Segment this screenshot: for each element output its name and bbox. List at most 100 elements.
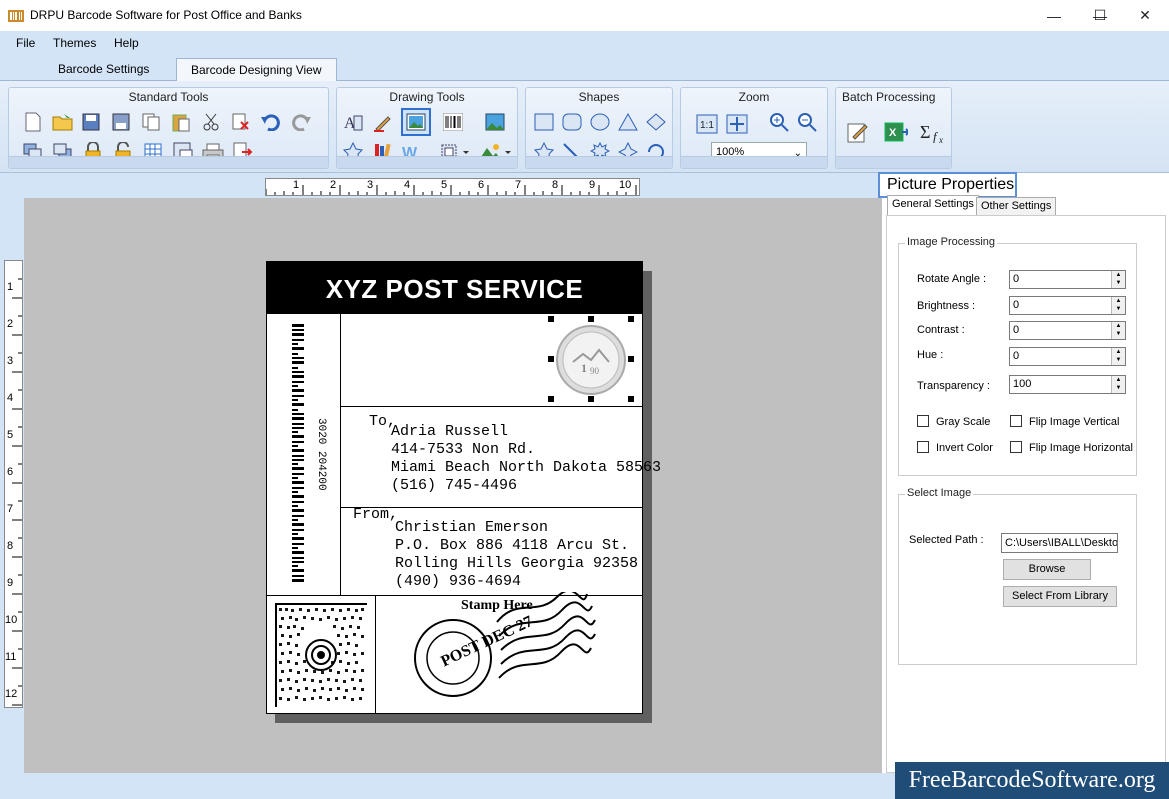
postal-label[interactable]: XYZ POST SERVICE 3020 204200 1 90 To, Ad… [266, 261, 661, 714]
spinner-arrows-icon[interactable]: ▲ ▼ [1111, 322, 1125, 339]
ruler-label: 3 [7, 355, 14, 367]
menu-themes[interactable]: Themes [53, 36, 96, 50]
spinner-arrows-icon[interactable]: ▲ ▼ [1111, 376, 1125, 393]
vertical-ruler: 1 2 3 4 5 6 7 8 9 10 11 12 [4, 260, 23, 708]
triangle-icon[interactable] [616, 110, 640, 134]
spinner-arrows-icon[interactable]: ▲ ▼ [1111, 297, 1125, 314]
invert-color-checkbox[interactable] [917, 441, 929, 453]
from-line-name[interactable]: Christian Emerson [395, 519, 548, 538]
copy-icon[interactable] [139, 110, 163, 134]
tab-barcode-designing-view[interactable]: Barcode Designing View [176, 58, 337, 82]
cut-icon[interactable] [199, 110, 223, 134]
from-line-street[interactable]: P.O. Box 886 4118 Arcu St. [395, 537, 629, 556]
redo-icon[interactable] [289, 110, 313, 134]
diamond-icon[interactable] [644, 110, 668, 134]
from-line-phone[interactable]: (490) 936-4694 [395, 573, 521, 592]
save-icon[interactable] [79, 110, 103, 134]
from-line-city[interactable]: Rolling Hills Georgia 92358 [395, 555, 638, 574]
paste-icon[interactable] [169, 110, 193, 134]
close-button[interactable]: ✕ [1122, 0, 1168, 31]
zoom-group: Zoom 1:1 100% ⌄ [680, 87, 828, 169]
ellipse-icon[interactable] [588, 110, 612, 134]
flip-vertical-checkbox[interactable] [1010, 415, 1022, 427]
svg-text:1: 1 [581, 361, 587, 375]
minimize-icon[interactable]: — [1031, 0, 1077, 31]
to-line-phone[interactable]: (516) 745-4496 [391, 477, 517, 496]
selection-handle[interactable] [548, 316, 554, 322]
selection-handle[interactable] [628, 356, 634, 362]
selection-handle[interactable] [548, 356, 554, 362]
browse-button[interactable]: Browse [1003, 559, 1091, 580]
rectangle-icon[interactable] [532, 110, 556, 134]
new-icon[interactable] [21, 110, 45, 134]
spinner-arrows-icon[interactable]: ▲ ▼ [1111, 271, 1125, 288]
2d-barcode[interactable] [275, 603, 367, 707]
rounded-rectangle-icon[interactable] [560, 110, 584, 134]
tab-general-settings[interactable]: General Settings [887, 195, 979, 216]
spinner-arrows-icon[interactable]: ▲ ▼ [1111, 348, 1125, 365]
to-line-street[interactable]: 414-7533 Non Rd. [391, 441, 535, 460]
horizontal-ruler: 1 2 3 4 5 6 7 8 9 10 [265, 178, 640, 196]
fit-to-window-icon[interactable] [725, 112, 749, 136]
label-header[interactable]: XYZ POST SERVICE [267, 262, 642, 314]
undo-icon[interactable] [259, 110, 283, 134]
brightness-label: Brightness : [917, 300, 976, 312]
to-line-name[interactable]: Adria Russell [391, 423, 508, 442]
brightness-input[interactable]: 0 ▲ ▼ [1009, 296, 1126, 315]
transparency-input[interactable]: 100 ▲ ▼ [1009, 375, 1126, 394]
open-icon[interactable] [51, 110, 75, 134]
ruler-label: 7 [7, 503, 14, 515]
vertical-barcode[interactable] [292, 324, 306, 582]
gray-scale-checkbox[interactable] [917, 415, 929, 427]
barcode-tool-icon[interactable] [441, 110, 465, 134]
ruler-label: 3 [367, 179, 374, 191]
selected-path-input[interactable]: C:\Users\IBALL\Deskto [1001, 533, 1118, 553]
group-title: Standard Tools [128, 90, 209, 104]
ruler-label: 1 [7, 281, 14, 293]
view-tabs: Barcode Settings Barcode Designing View [0, 55, 1169, 82]
batch-processing-group: Batch Processing X Σfx [835, 87, 952, 169]
zoom-in-icon[interactable] [767, 110, 791, 134]
selection-handle[interactable] [588, 396, 594, 402]
batch-edit-icon[interactable] [846, 120, 870, 144]
save-as-icon[interactable] [109, 110, 133, 134]
zoom-out-icon[interactable] [795, 110, 819, 134]
postmark-stamp[interactable]: POST DEC 27 [407, 592, 607, 712]
image-library-icon[interactable] [483, 110, 507, 134]
text-tool-icon[interactable]: A [341, 110, 365, 134]
ruler-label: 2 [7, 318, 14, 330]
to-line-city[interactable]: Miami Beach North Dakota 58563 [391, 459, 661, 478]
maximize-button[interactable]: ☐ [1077, 0, 1123, 31]
tab-barcode-settings[interactable]: Barcode Settings [44, 58, 163, 81]
rotate-angle-input[interactable]: 0 ▲ ▼ [1009, 270, 1126, 289]
picture-tool-icon[interactable] [401, 108, 431, 136]
flip-vertical-label: Flip Image Vertical [1029, 416, 1120, 428]
svg-text:90: 90 [590, 366, 600, 376]
hue-input[interactable]: 0 ▲ ▼ [1009, 347, 1126, 366]
from-label[interactable]: From, [353, 506, 398, 525]
title-bar: DRPU Barcode Software for Post Office an… [0, 0, 1169, 31]
delete-icon[interactable] [229, 110, 253, 134]
menu-file[interactable]: File [16, 36, 35, 50]
select-from-library-button[interactable]: Select From Library [1003, 586, 1117, 607]
selection-handle[interactable] [588, 316, 594, 322]
standard-tools-group: Standard Tools [8, 87, 329, 169]
picture-object[interactable]: 1 90 [548, 316, 634, 402]
group-title: Zoom [738, 90, 770, 104]
formula-icon[interactable]: Σfx [920, 120, 948, 144]
flip-horizontal-checkbox[interactable] [1010, 441, 1022, 453]
pencil-icon[interactable] [371, 110, 395, 134]
ruler-label: 10 [5, 614, 18, 626]
menu-help[interactable]: Help [114, 36, 139, 50]
excel-import-icon[interactable]: X [884, 120, 908, 144]
menu-bar: File Themes Help [0, 31, 1169, 55]
selection-handle[interactable] [628, 396, 634, 402]
ruler-label: 6 [478, 179, 485, 191]
svg-text:Σ: Σ [920, 122, 930, 142]
selection-handle[interactable] [548, 396, 554, 402]
selection-handle[interactable] [628, 316, 634, 322]
contrast-input[interactable]: 0 ▲ ▼ [1009, 321, 1126, 340]
actual-size-icon[interactable]: 1:1 [695, 112, 719, 136]
tab-other-settings[interactable]: Other Settings [976, 197, 1057, 216]
gray-scale-label: Gray Scale [936, 416, 991, 428]
